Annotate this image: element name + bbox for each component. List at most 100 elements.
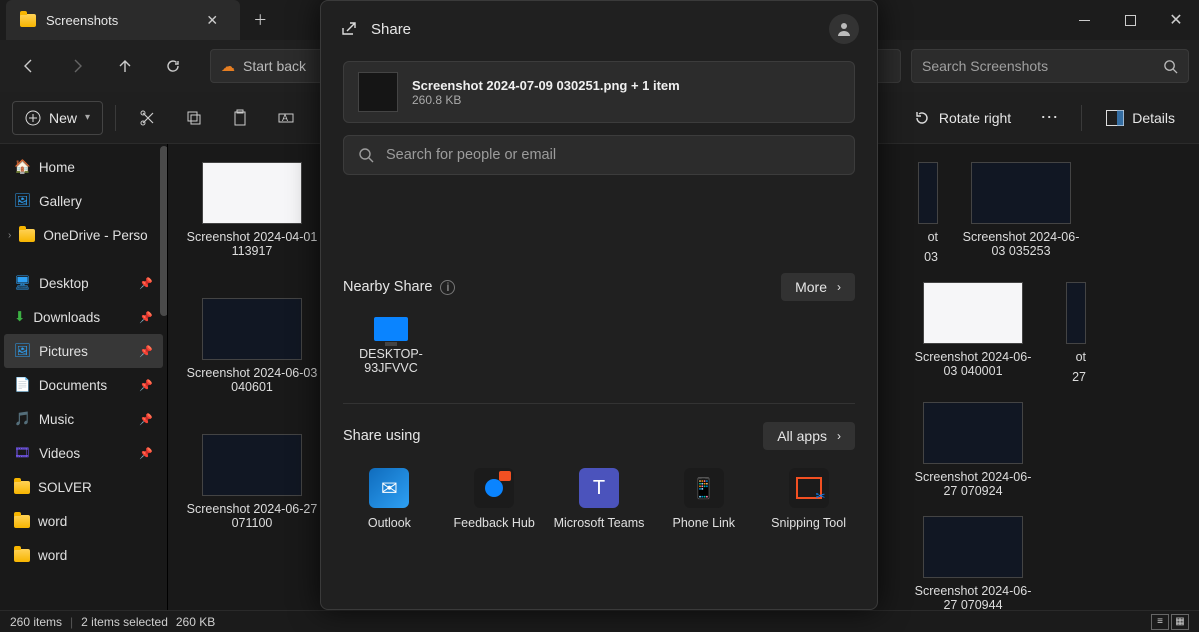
snipping-tool-icon: [789, 468, 829, 508]
share-app-teams[interactable]: T Microsoft Teams: [553, 468, 646, 530]
divider: [115, 105, 116, 131]
rename-button[interactable]: A: [266, 98, 306, 138]
file-name: ot: [928, 230, 938, 244]
all-apps-label: All apps: [777, 428, 827, 444]
file-item[interactable]: Screenshot 2024-06-03 040601: [182, 298, 322, 394]
file-item[interactable]: Screenshot 2024-06-27 070924: [908, 402, 1038, 498]
sidebar-item-videos[interactable]: 🎞 Videos 📌: [4, 436, 163, 470]
maximize-button[interactable]: [1107, 0, 1153, 40]
file-item[interactable]: ot 03: [908, 162, 938, 264]
svg-text:A: A: [282, 113, 288, 123]
sidebar-item-documents[interactable]: 📄 Documents 📌: [4, 368, 163, 402]
onedrive-icon: ☁: [221, 58, 235, 75]
videos-icon: 🎞: [14, 445, 31, 461]
file-item[interactable]: ot 27: [1056, 282, 1086, 384]
all-apps-button[interactable]: All apps ›: [763, 422, 855, 450]
nearby-device[interactable]: DESKTOP-93JFVVC: [343, 317, 439, 375]
more-button[interactable]: More ›: [781, 273, 855, 301]
info-icon[interactable]: i: [440, 280, 455, 295]
sidebar-item-solver[interactable]: SOLVER: [4, 470, 163, 504]
sidebar-item-music[interactable]: 🎵 Music 📌: [4, 402, 163, 436]
tab-title: Screenshots: [46, 13, 118, 28]
pin-icon: 📌: [139, 447, 153, 460]
close-tab-icon[interactable]: ✕: [198, 12, 226, 29]
share-app-outlook[interactable]: ✉ Outlook: [343, 468, 436, 530]
account-avatar[interactable]: [829, 14, 859, 44]
share-item-card[interactable]: Screenshot 2024-07-09 030251.png + 1 ite…: [343, 61, 855, 123]
rotate-right-button[interactable]: Rotate right: [901, 100, 1023, 136]
file-name: Screenshot 2024-06-03 040001: [908, 350, 1038, 378]
chevron-down-icon: ▾: [85, 112, 90, 123]
thumbnail: [918, 162, 938, 224]
new-label: New: [49, 110, 77, 126]
file-item[interactable]: Screenshot 2024-06-27 071100: [182, 434, 322, 530]
search-box[interactable]: [911, 49, 1189, 83]
sidebar-item-label: Gallery: [39, 194, 82, 209]
back-button[interactable]: [10, 47, 48, 85]
share-search-input[interactable]: [386, 147, 840, 163]
view-grid-button[interactable]: ▦: [1171, 614, 1189, 630]
sidebar-item-word[interactable]: word: [4, 538, 163, 572]
refresh-button[interactable]: [154, 47, 192, 85]
pin-icon: 📌: [139, 379, 153, 392]
paste-button[interactable]: [220, 98, 260, 138]
sidebar-item-label: Home: [39, 160, 75, 175]
device-name: DESKTOP-93JFVVC: [343, 347, 439, 375]
folder-icon: [14, 549, 30, 562]
share-app-feedback-hub[interactable]: Feedback Hub: [448, 468, 541, 530]
new-button[interactable]: New ▾: [12, 101, 103, 135]
more-button[interactable]: ⋯: [1029, 98, 1069, 138]
share-using-label: Share using: [343, 428, 420, 444]
folder-icon: [14, 481, 30, 494]
sidebar-item-pictures[interactable]: 🖼 Pictures 📌: [4, 334, 163, 368]
status-selection: 2 items selected: [81, 615, 168, 629]
teams-icon: T: [579, 468, 619, 508]
file-name: ot: [1076, 350, 1086, 364]
thumbnail: [923, 516, 1023, 578]
files-pane-right[interactable]: ot 03 Screenshot 2024-06-03 035253 Scree…: [894, 144, 1199, 630]
music-icon: 🎵: [14, 411, 31, 427]
status-count: 260 items: [10, 615, 62, 629]
minimize-button[interactable]: [1061, 0, 1107, 40]
sidebar-item-home[interactable]: 🏠 Home: [4, 150, 163, 184]
sidebar-item-gallery[interactable]: 🖼 Gallery: [4, 184, 163, 218]
search-icon[interactable]: [1163, 59, 1178, 74]
divider: [1081, 105, 1082, 131]
share-title: Share: [371, 21, 411, 38]
file-item[interactable]: Screenshot 2024-06-27 070944: [908, 516, 1038, 612]
nearby-share-label: Nearby Share: [343, 279, 432, 295]
file-item[interactable]: Screenshot 2024-06-03 040001: [908, 282, 1038, 384]
share-header: Share: [321, 1, 877, 57]
sidebar-item-onedrive[interactable]: › OneDrive - Perso: [4, 218, 163, 252]
app-label: Outlook: [368, 516, 411, 530]
sidebar-item-downloads[interactable]: ⬇ Downloads 📌: [4, 300, 163, 334]
share-item-size: 260.8 KB: [412, 93, 680, 107]
share-app-phone-link[interactable]: 📱 Phone Link: [657, 468, 750, 530]
scrollbar-thumb[interactable]: [160, 146, 168, 316]
sidebar-item-desktop[interactable]: 🖥 Desktop 📌: [4, 266, 163, 300]
details-button[interactable]: Details: [1094, 100, 1187, 136]
chevron-right-icon: ›: [837, 280, 841, 294]
thumbnail: [971, 162, 1071, 224]
new-tab-button[interactable]: ＋: [246, 10, 274, 30]
tab-screenshots[interactable]: Screenshots ✕: [6, 0, 240, 40]
share-search[interactable]: [343, 135, 855, 175]
forward-button[interactable]: [58, 47, 96, 85]
details-label: Details: [1132, 110, 1175, 126]
share-item-name: Screenshot 2024-07-09 030251.png + 1 ite…: [412, 78, 680, 93]
share-app-snipping-tool[interactable]: Snipping Tool: [762, 468, 855, 530]
search-input[interactable]: [922, 58, 1163, 74]
sidebar-item-label: Downloads: [33, 310, 100, 325]
close-window-button[interactable]: ✕: [1153, 0, 1199, 40]
cut-button[interactable]: [128, 98, 168, 138]
file-item[interactable]: Screenshot 2024-06-03 035253: [956, 162, 1086, 264]
sidebar-item-word[interactable]: word: [4, 504, 163, 538]
sidebar: 🏠 Home 🖼 Gallery › OneDrive - Perso 🖥 De…: [0, 144, 168, 632]
view-list-button[interactable]: ≡: [1151, 614, 1169, 630]
gallery-icon: 🖼: [14, 193, 31, 209]
nearby-share-section: Nearby Share i More › DESKTOP-93JFVVC: [343, 273, 855, 375]
copy-button[interactable]: [174, 98, 214, 138]
file-item[interactable]: Screenshot 2024-04-01 113917: [182, 162, 322, 258]
file-name: Screenshot 2024-04-01 113917: [182, 230, 322, 258]
up-button[interactable]: [106, 47, 144, 85]
